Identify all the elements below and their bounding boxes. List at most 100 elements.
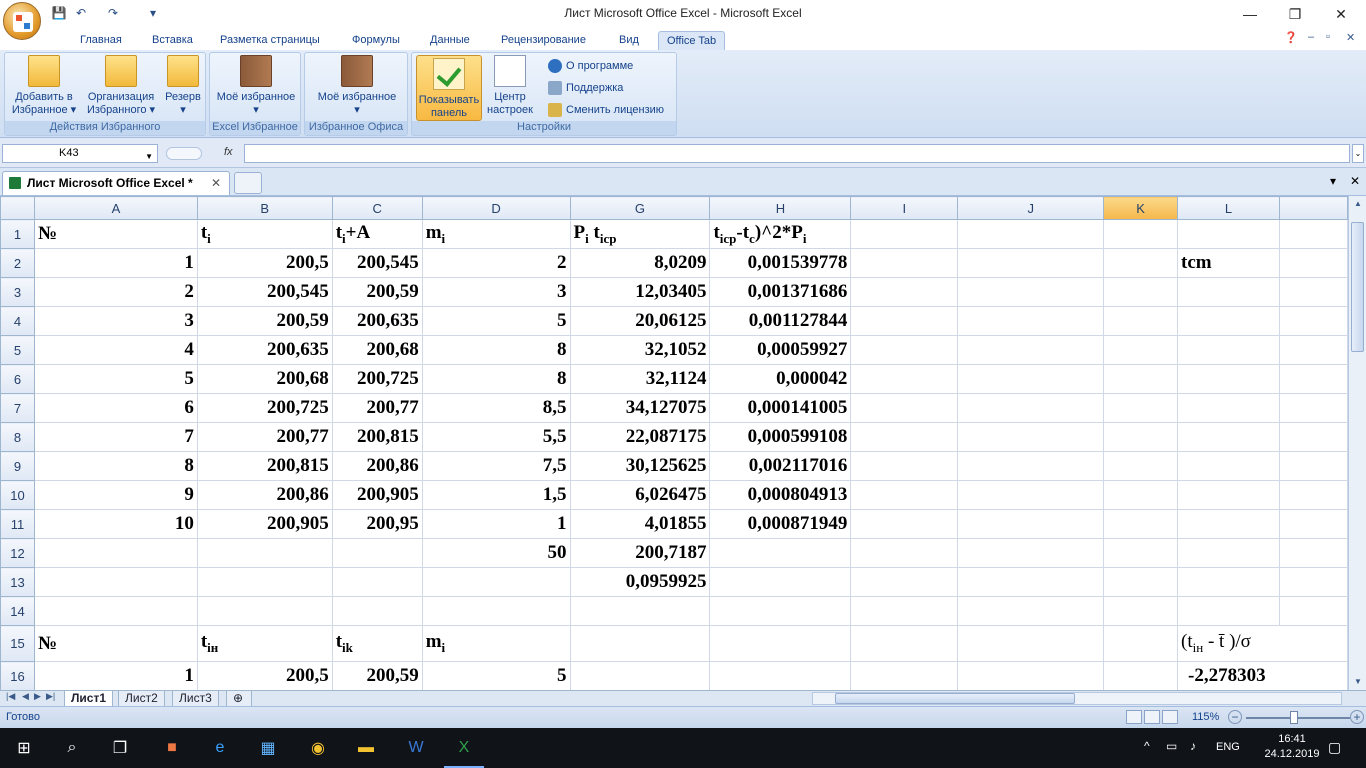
tab-page-layout[interactable]: Разметка страницы — [212, 31, 328, 50]
cell-I8[interactable] — [850, 422, 959, 452]
cell-G16[interactable] — [569, 661, 711, 690]
row-header[interactable]: 12 — [0, 538, 35, 568]
column-header-H[interactable]: H — [709, 196, 852, 220]
cell-C4[interactable]: 200,635 — [331, 306, 423, 336]
office-favorites-button[interactable]: Моё избранное ▾ — [317, 55, 397, 117]
cell-extra[interactable] — [1278, 248, 1348, 278]
ribbon-minimize-icon[interactable]: – — [1308, 31, 1314, 43]
cell-I12[interactable] — [850, 538, 959, 568]
cell-G14[interactable] — [569, 596, 711, 626]
column-header-C[interactable]: C — [331, 196, 423, 220]
cell-L4[interactable] — [1177, 306, 1280, 336]
cell-J12[interactable] — [957, 538, 1105, 568]
close-document-icon[interactable]: ✕ — [1346, 172, 1364, 190]
cell-I2[interactable] — [850, 248, 959, 278]
search-icon[interactable]: ⌕ — [60, 736, 84, 760]
column-header-K[interactable]: K — [1103, 196, 1179, 220]
cell-B9[interactable]: 200,815 — [196, 451, 333, 481]
cell-A13[interactable] — [33, 567, 198, 597]
zoom-out-icon[interactable]: − — [1228, 710, 1242, 724]
cell-D14[interactable] — [421, 596, 571, 626]
tray-expand-icon[interactable]: ^ — [1144, 739, 1150, 753]
formula-toggle[interactable] — [166, 147, 202, 160]
cell-H6[interactable]: 0,000042 — [709, 364, 852, 394]
cell-extra[interactable] — [1278, 567, 1348, 597]
cell-extra[interactable] — [1278, 538, 1348, 568]
cell-extra[interactable] — [1278, 219, 1348, 249]
cell-L15[interactable]: (tiн - t̄ )/σ — [1177, 625, 1348, 662]
minimize-button[interactable]: — — [1227, 0, 1273, 28]
cell-H3[interactable]: 0,001371686 — [709, 277, 852, 307]
tab-home[interactable]: Главная — [72, 31, 130, 50]
expand-formula-icon[interactable]: ⌄ — [1352, 144, 1364, 163]
cell-H8[interactable]: 0,000599108 — [709, 422, 852, 452]
cell-D15[interactable]: mi — [421, 625, 571, 662]
cell-A4[interactable]: 3 — [33, 306, 198, 336]
restore-button[interactable]: ❐ — [1272, 0, 1318, 28]
name-box[interactable]: K43 ▼ — [2, 144, 158, 163]
cell-G5[interactable]: 32,1052 — [569, 335, 711, 365]
cell-H10[interactable]: 0,000804913 — [709, 480, 852, 510]
cell-A14[interactable] — [33, 596, 198, 626]
cell-K11[interactable] — [1103, 509, 1179, 539]
cell-B7[interactable]: 200,725 — [196, 393, 333, 423]
cell-G15[interactable] — [569, 625, 711, 662]
page-break-view-icon[interactable] — [1162, 710, 1178, 724]
cell-A6[interactable]: 5 — [33, 364, 198, 394]
cell-G13[interactable]: 0,0959925 — [569, 567, 711, 597]
cell-C16[interactable]: 200,59 — [331, 661, 423, 690]
cell-J14[interactable] — [957, 596, 1105, 626]
zoom-in-icon[interactable]: + — [1350, 710, 1364, 724]
cell-K15[interactable] — [1103, 625, 1179, 662]
cell-D16[interactable]: 5 — [421, 661, 571, 690]
cell-H4[interactable]: 0,001127844 — [709, 306, 852, 336]
cell-A15[interactable]: № — [33, 625, 198, 662]
normal-view-icon[interactable] — [1126, 710, 1142, 724]
cell-H12[interactable] — [709, 538, 852, 568]
settings-center-button[interactable]: Центр настроек — [484, 55, 536, 117]
cell-I16[interactable] — [850, 661, 959, 690]
column-header-extra[interactable] — [1278, 196, 1348, 220]
cell-K3[interactable] — [1103, 277, 1179, 307]
cell-L13[interactable] — [1177, 567, 1280, 597]
cell-B12[interactable] — [196, 538, 333, 568]
show-panel-button[interactable]: Показывать панель — [416, 55, 482, 121]
row-header[interactable]: 13 — [0, 567, 35, 597]
cell-C1[interactable]: ti+A — [331, 219, 423, 249]
column-header-I[interactable]: I — [850, 196, 959, 220]
tab-list-icon[interactable]: ▾ — [1324, 172, 1342, 190]
cell-extra[interactable] — [1278, 451, 1348, 481]
cell-K4[interactable] — [1103, 306, 1179, 336]
cell-H7[interactable]: 0,000141005 — [709, 393, 852, 423]
tab-insert[interactable]: Вставка — [144, 31, 201, 50]
cell-B10[interactable]: 200,86 — [196, 480, 333, 510]
last-sheet-icon[interactable]: ▶| — [46, 691, 55, 702]
cell-I6[interactable] — [850, 364, 959, 394]
file-explorer-icon[interactable]: ▬ — [354, 736, 378, 760]
cell-C11[interactable]: 200,95 — [331, 509, 423, 539]
cell-extra[interactable] — [1278, 393, 1348, 423]
cell-B11[interactable]: 200,905 — [196, 509, 333, 539]
page-layout-view-icon[interactable] — [1144, 710, 1160, 724]
cell-B13[interactable] — [196, 567, 333, 597]
cell-H16[interactable] — [709, 661, 852, 690]
cell-C15[interactable]: tik — [331, 625, 423, 662]
cell-G9[interactable]: 30,125625 — [569, 451, 711, 481]
close-tab-icon[interactable]: ✕ — [211, 172, 221, 194]
cell-J16[interactable] — [957, 661, 1105, 690]
cell-J7[interactable] — [957, 393, 1105, 423]
formula-input[interactable] — [244, 144, 1350, 163]
windows-start-icon[interactable]: ⊞ — [12, 736, 36, 760]
column-header-G[interactable]: G — [569, 196, 711, 220]
row-header[interactable]: 9 — [0, 451, 35, 481]
tab-office-tab[interactable]: Office Tab — [658, 31, 726, 50]
cell-L6[interactable] — [1177, 364, 1280, 394]
cell-B1[interactable]: ti — [196, 219, 333, 249]
change-license-button[interactable]: Сменить лицензию — [548, 101, 664, 119]
cell-I3[interactable] — [850, 277, 959, 307]
cell-B14[interactable] — [196, 596, 333, 626]
close-button[interactable]: ✕ — [1318, 0, 1364, 28]
horizontal-scrollbar[interactable] — [812, 692, 1342, 705]
first-sheet-icon[interactable]: |◀ — [6, 691, 15, 702]
cell-extra[interactable] — [1278, 277, 1348, 307]
